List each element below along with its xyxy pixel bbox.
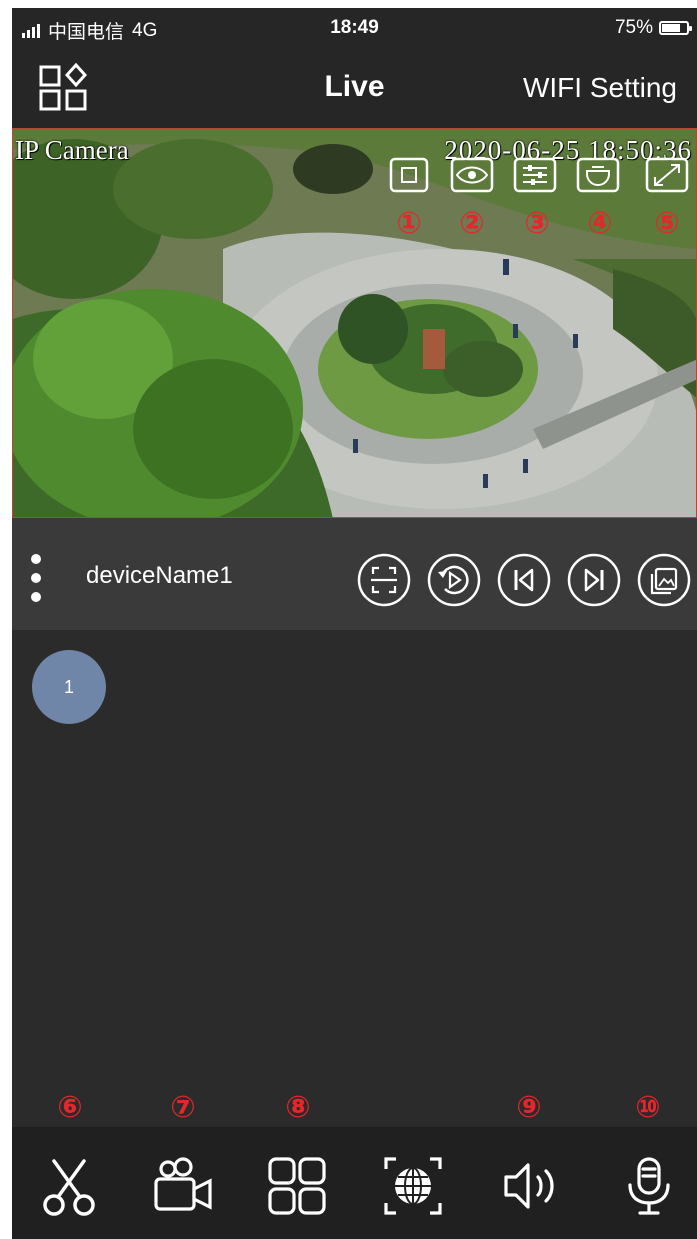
playback-icon[interactable] — [426, 552, 482, 608]
marker-8: ⑧ — [285, 1090, 311, 1125]
ptz-globe-icon[interactable] — [380, 1153, 446, 1219]
battery-percent: 75% — [614, 17, 653, 38]
marker-7: ⑦ — [170, 1090, 196, 1125]
microphone-icon[interactable] — [616, 1153, 682, 1219]
marker-10: ⑩ — [635, 1090, 661, 1125]
marker-6: ⑥ — [57, 1090, 83, 1125]
live-video-view[interactable]: IP Camera 2020-06-25 18:50:36 ① ② ③ ④ ⑤ — [12, 128, 697, 518]
device-name: deviceName1 — [86, 562, 233, 589]
eye-icon[interactable] — [450, 155, 494, 195]
marker-4: ④ — [587, 206, 613, 241]
ptz-dome-icon[interactable] — [576, 155, 620, 195]
status-bar: 中国电信 4G 18:49 75% — [12, 8, 697, 48]
battery-icon — [659, 21, 692, 35]
status-time: 18:49 — [330, 17, 379, 38]
nav-bar: Live WIFI Setting — [12, 48, 697, 128]
speaker-icon[interactable] — [498, 1153, 564, 1219]
marker-5: ⑤ — [654, 206, 680, 241]
marker-9: ⑨ — [516, 1090, 542, 1125]
previous-icon[interactable] — [496, 552, 552, 608]
multi-grid-icon[interactable] — [264, 1153, 330, 1219]
bottom-toolbar — [12, 1127, 697, 1239]
record-square-icon[interactable] — [387, 155, 431, 195]
channel-button-1[interactable]: 1 — [32, 650, 106, 724]
gallery-icon[interactable] — [636, 552, 692, 608]
status-right: 75% — [614, 17, 692, 39]
fullscreen-icon[interactable] — [645, 155, 689, 195]
app-screen: 中国电信 4G 18:49 75% Live WIFI Setting IP C… — [12, 8, 697, 1239]
device-bar: deviceName1 — [12, 518, 697, 630]
more-options-icon[interactable] — [28, 554, 44, 614]
sliders-icon[interactable] — [513, 155, 557, 195]
marker-3: ③ — [524, 206, 550, 241]
camera-label: IP Camera — [15, 135, 129, 165]
scan-frame-icon[interactable] — [356, 552, 412, 608]
scissors-icon[interactable] — [36, 1153, 102, 1219]
wifi-setting-link[interactable]: WIFI Setting — [523, 72, 677, 104]
video-camera-icon[interactable] — [150, 1153, 216, 1219]
battery-fill — [662, 24, 680, 32]
next-icon[interactable] — [566, 552, 622, 608]
marker-1: ① — [396, 206, 422, 241]
channel-list: 1 — [12, 630, 697, 1126]
marker-2: ② — [459, 206, 485, 241]
